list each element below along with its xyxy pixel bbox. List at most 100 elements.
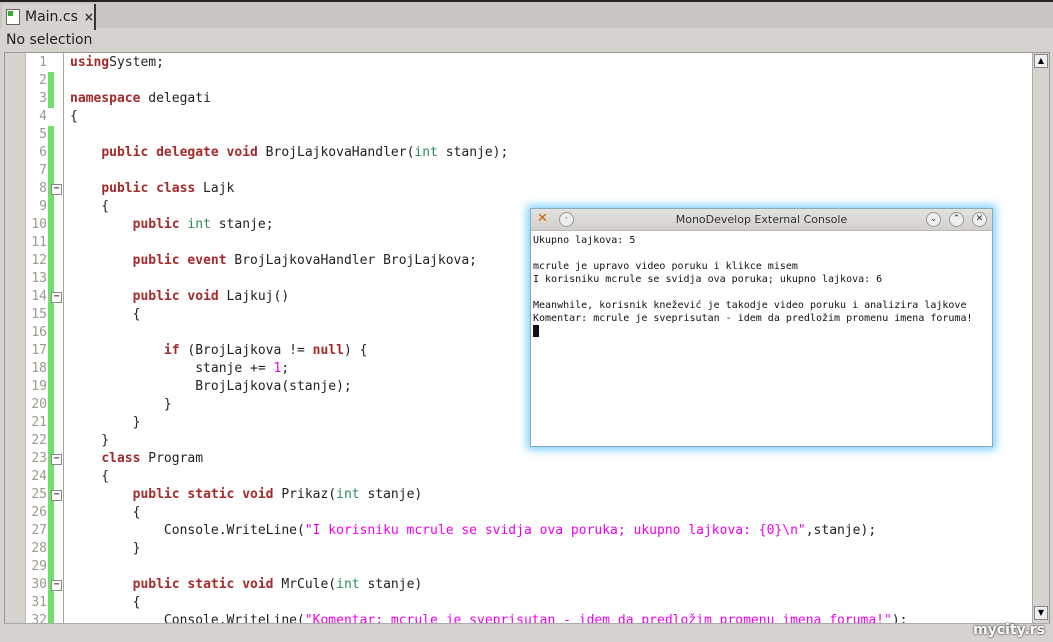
tab-main-cs[interactable]: Main.cs × <box>2 4 96 30</box>
change-marker <box>48 504 54 522</box>
console-line: Komentar: mcrule je sveprisutan - idem d… <box>533 313 973 324</box>
code-token: BrojLajkovaHandler( <box>257 145 415 160</box>
code-token: public void <box>132 289 219 304</box>
csharp-file-icon <box>6 9 20 25</box>
code-token: int <box>414 145 438 160</box>
console-titlebar[interactable]: ✕ · MonoDevelop External Console ⌄ ⌃ ✕ <box>531 209 992 231</box>
code-text: { <box>70 594 141 612</box>
code-token: null <box>312 343 344 358</box>
change-marker <box>48 90 54 108</box>
fold-collapse-icon[interactable]: − <box>51 580 62 591</box>
code-token: public event <box>132 253 227 268</box>
code-line: 25− public static void Prikaz(int stanje… <box>5 486 1033 504</box>
code-token: BrojLajkovaHandler BrojLajkova; <box>226 253 477 268</box>
code-token: Lajkuj() <box>218 289 290 304</box>
change-marker <box>48 126 54 144</box>
code-line: 6 public delegate void BrojLajkovaHandle… <box>5 144 1033 162</box>
line-number: 22 <box>31 433 47 448</box>
code-token: } <box>70 397 172 412</box>
line-number: 19 <box>31 379 47 394</box>
code-token: int <box>336 487 360 502</box>
code-line: 26 { <box>5 504 1033 522</box>
close-icon[interactable]: × <box>84 10 94 24</box>
change-marker <box>48 540 54 558</box>
watermark: mycity.rs <box>973 622 1045 638</box>
change-marker <box>48 594 54 612</box>
change-marker <box>48 342 54 360</box>
line-number: 16 <box>31 325 47 340</box>
code-token: int <box>187 217 211 232</box>
code-token: { <box>70 595 141 610</box>
code-line: 31 { <box>5 594 1033 612</box>
code-token: Lajk <box>195 181 235 196</box>
scroll-up-icon[interactable]: ▲ <box>1034 54 1048 68</box>
line-number: 1 <box>39 55 47 70</box>
fold-collapse-icon[interactable]: − <box>51 490 62 501</box>
vertical-scrollbar[interactable]: ▲ ▼ <box>1032 53 1049 623</box>
code-text: public static void Prikaz(int stanje) <box>70 486 423 504</box>
change-marker <box>48 216 54 234</box>
code-line: 5 <box>5 126 1033 144</box>
code-text: public static void MrCule(int stanje) <box>70 576 423 594</box>
change-marker <box>48 252 54 270</box>
fold-collapse-icon[interactable]: − <box>51 292 62 303</box>
console-line: Meanwhile, korisnik knežević je takodje … <box>533 300 967 311</box>
code-text: namespace delegati <box>70 90 211 108</box>
code-token: } <box>70 433 110 448</box>
code-line: 4{ <box>5 108 1033 126</box>
fold-collapse-icon[interactable]: − <box>51 454 62 465</box>
code-token: ) { <box>343 343 368 358</box>
code-token: int <box>336 577 360 592</box>
code-text: public delegate void BrojLajkovaHandler(… <box>70 144 508 162</box>
code-text: public class Lajk <box>70 180 234 198</box>
change-marker <box>48 360 54 378</box>
scroll-down-icon[interactable]: ▼ <box>1034 606 1048 620</box>
code-line: 7 <box>5 162 1033 180</box>
status-text: No selection <box>6 32 93 48</box>
code-token: public <box>132 217 180 232</box>
console-line: Ukupno lajkova: 5 <box>533 235 636 246</box>
code-token: { <box>70 469 110 484</box>
line-number: 27 <box>31 523 47 538</box>
code-text: class Program <box>70 450 203 468</box>
code-token: stanje; <box>210 217 274 232</box>
change-marker <box>48 306 54 324</box>
line-number: 6 <box>39 145 47 160</box>
change-marker <box>48 522 54 540</box>
code-token: { <box>70 505 141 520</box>
horizontal-scrollbar[interactable] <box>4 623 1050 638</box>
code-token: public static void <box>132 577 274 592</box>
change-marker <box>48 270 54 288</box>
line-number: 15 <box>31 307 47 322</box>
code-text: if (BrojLajkova != null) { <box>70 342 368 360</box>
maximize-button[interactable]: ⌃ <box>949 212 964 227</box>
code-text: usingSystem; <box>70 54 164 72</box>
change-marker <box>48 468 54 486</box>
external-console-window[interactable]: ✕ · MonoDevelop External Console ⌄ ⌃ ✕ U… <box>530 208 993 447</box>
line-number: 3 <box>39 91 47 106</box>
console-output: Ukupno lajkova: 5 mcrule je upravo video … <box>531 231 992 342</box>
code-line: 29 <box>5 558 1033 576</box>
code-line: 1 usingSystem; <box>5 54 1033 72</box>
code-token: if <box>163 343 180 358</box>
change-marker <box>48 378 54 396</box>
code-line: 2 <box>5 72 1033 90</box>
close-button[interactable]: ✕ <box>972 212 987 227</box>
code-token: } <box>70 415 141 430</box>
change-marker <box>48 558 54 576</box>
change-marker <box>48 72 54 90</box>
code-token: Console.WriteLine( <box>70 523 305 538</box>
line-number: 2 <box>39 73 47 88</box>
window-menu-button[interactable]: · <box>559 212 574 227</box>
minimize-button[interactable]: ⌄ <box>926 212 941 227</box>
console-line: mcrule je upravo video poruku i klikce m… <box>533 261 798 272</box>
line-number: 28 <box>31 541 47 556</box>
line-number: 14 <box>31 289 47 304</box>
code-token: System; <box>109 55 164 70</box>
change-marker <box>48 162 54 180</box>
fold-collapse-icon[interactable]: − <box>51 184 62 195</box>
